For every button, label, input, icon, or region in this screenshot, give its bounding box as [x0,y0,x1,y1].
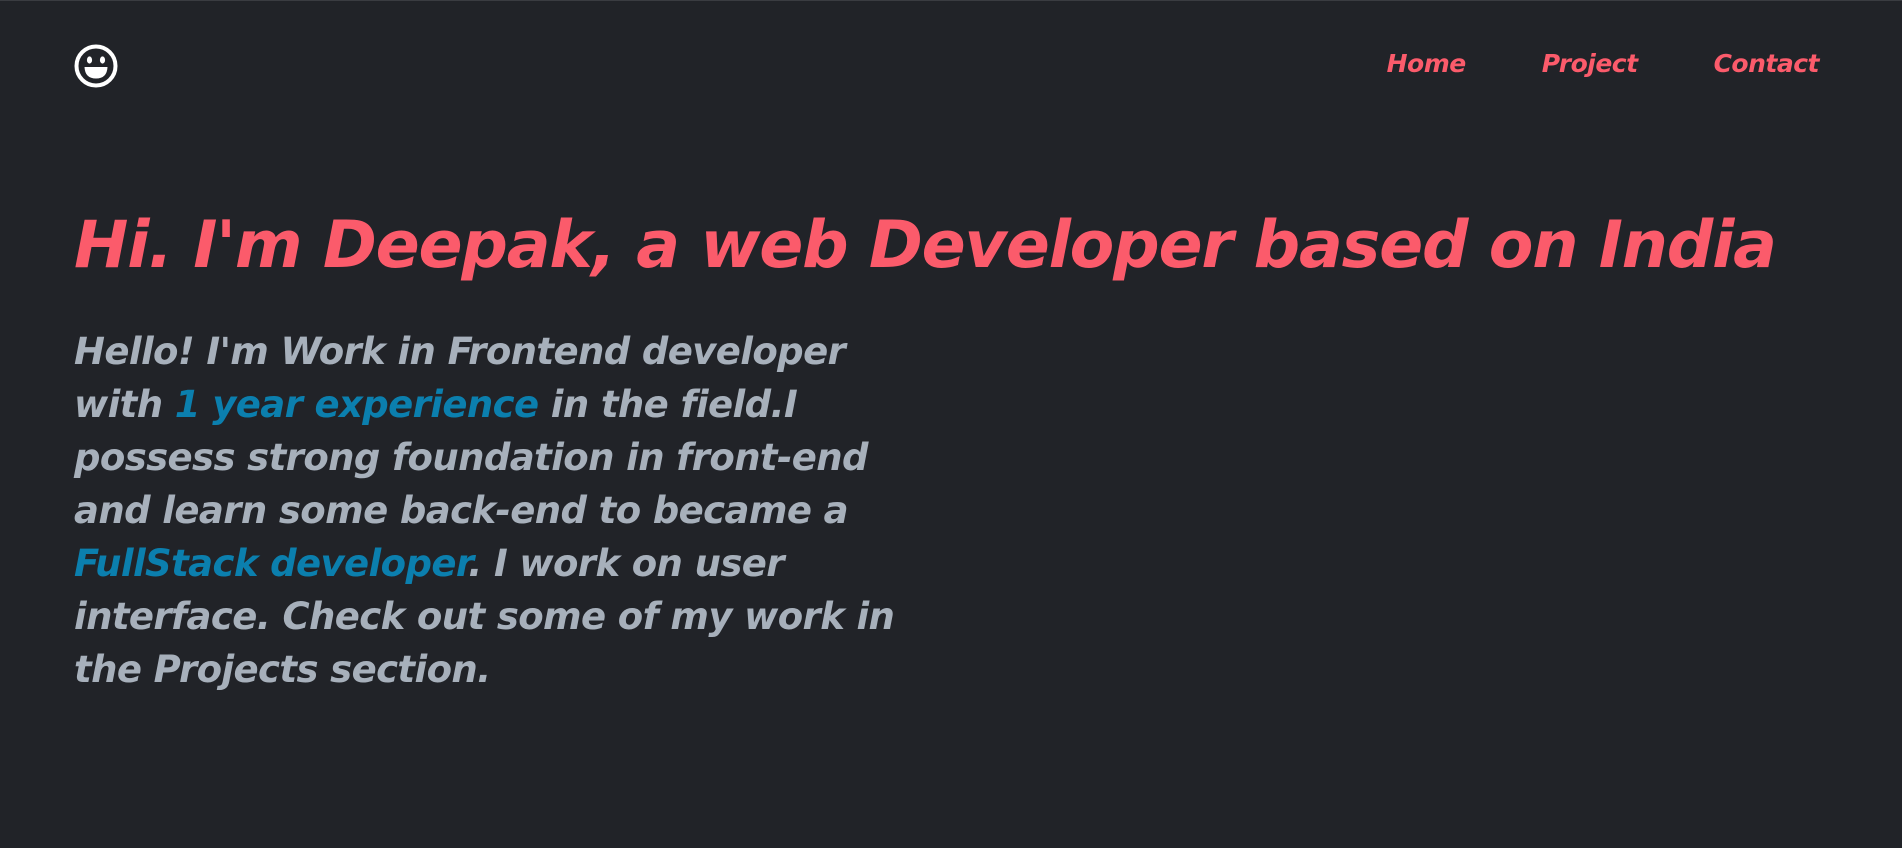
page: Home Project Contact Hi. I'm Deepak, a w… [0,0,1902,848]
main-nav: Home Project Contact [1311,47,1820,81]
fullstack-highlight: FullStack developer [74,542,469,585]
nav-project-link[interactable]: Project [1542,47,1638,81]
nav-contact-link[interactable]: Contact [1714,47,1820,81]
smiley-face-icon[interactable] [74,44,118,88]
nav-home-link[interactable]: Home [1387,47,1467,81]
hero-headline: Hi. I'm Deepak, a web Developer based on… [74,208,1777,283]
hero-intro: Hello! I'm Work in Frontend developer wi… [74,325,934,696]
experience-highlight: 1 year experience [174,383,539,426]
